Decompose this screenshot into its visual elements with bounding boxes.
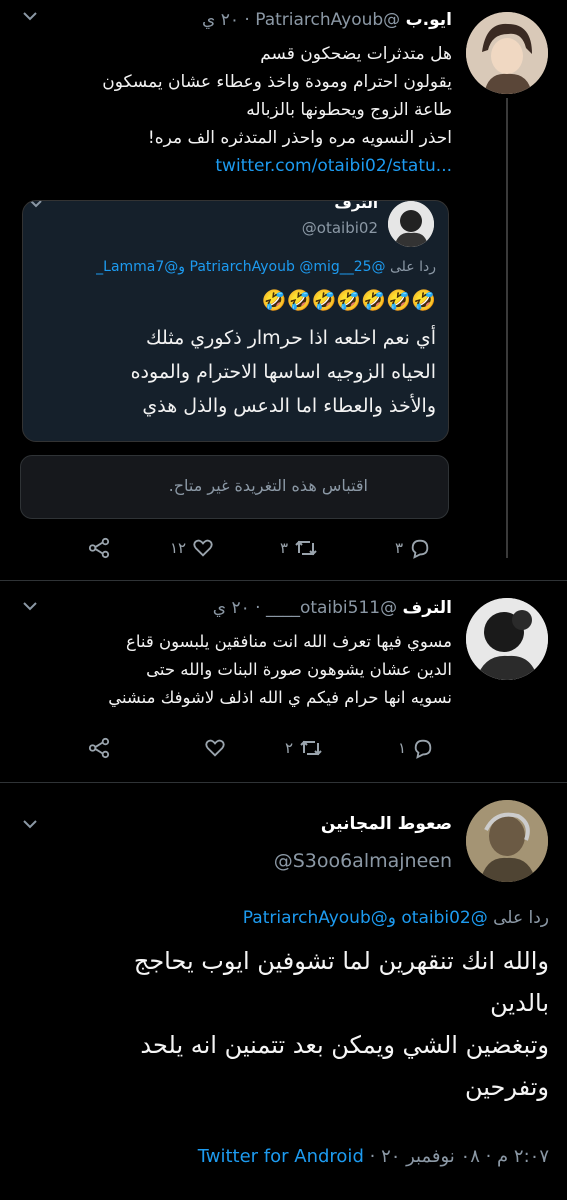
avatar[interactable] (388, 201, 434, 247)
tweet-line: يقولون احترام ومودة واخذ وعطاء عشان يمسك… (102, 72, 452, 92)
author-name[interactable]: ايو.ب (406, 10, 452, 30)
reply-mentions[interactable]: @otaibi02 و@PatriarchAyoub (243, 908, 488, 928)
tweet-line: الحياه الزوجيه اساسها الاحترام والموده (130, 361, 436, 383)
tweet-line: وتبغضين الشي ويمكن بعد تتمنين انه يلحد (140, 1031, 549, 1059)
tweet-line: وتفرحين (465, 1073, 549, 1101)
share-button[interactable] (88, 534, 110, 562)
avatar[interactable] (466, 598, 548, 680)
tweet-source[interactable]: Twitter for Android (198, 1146, 364, 1167)
like-button[interactable] (198, 734, 226, 762)
avatar[interactable] (466, 800, 548, 882)
quoted-author-handle[interactable]: @otaibi02 (302, 219, 378, 237)
tweet-time[interactable]: ٢٠ ي (202, 10, 239, 30)
reply-icon (411, 539, 429, 559)
tweet-line: والله انك تنقهرين لما تشوفين ايوب يحاجج (133, 947, 549, 975)
tweet-meta: ٢:٠٧ م · ٠٨ نوفمبر ٢٠ · Twitter for Andr… (197, 1146, 549, 1167)
quoted-body: أي نعم اخلعه اذا حرmار ذكوري مثلك الحياه… (36, 321, 436, 423)
tweet-body: والله انك تنقهرين لما تشوفين ايوب يحاجج … (19, 940, 549, 1108)
like-button[interactable]: ١٢ (170, 534, 214, 562)
retweet-count: ٢ (285, 739, 294, 757)
divider (0, 782, 567, 783)
tweet-line: الدين عشان يشوهون صورة البنات والله حتى (146, 660, 452, 679)
tweet-actions: ٢ ١ (80, 734, 460, 762)
retweet-icon (300, 740, 322, 756)
chevron-down-icon[interactable] (29, 201, 43, 209)
reply-button[interactable]: ١ (398, 734, 434, 762)
chevron-down-icon[interactable] (22, 600, 38, 612)
author-name[interactable]: صعوط المجانين (152, 814, 452, 834)
reply-mentions[interactable]: @PatriarchAyoub @mig__25 و@Lamma7_ (96, 259, 385, 275)
retweet-button[interactable]: ٢ (285, 734, 323, 762)
retweet-icon (295, 540, 317, 556)
tweet-line: مسوي فيها تعرف الله انت منافقين يلبسون ق… (125, 632, 452, 651)
tweet-header: الترف @otaibi511____ · ٢٠ ي (212, 598, 452, 618)
tweet-line: والأخذ والعطاء اما الدعس والذل هذي (142, 395, 436, 417)
thread-line (506, 98, 508, 558)
tweet-body: هل متدثرات يضحكون قسم يقولون احترام ومود… (12, 40, 452, 180)
heart-icon (205, 739, 225, 757)
emoji-row: 🤣🤣🤣🤣🤣🤣🤣 (261, 288, 436, 312)
retweet-button[interactable]: ٣ (280, 534, 318, 562)
author-name[interactable]: الترف (403, 598, 452, 618)
quoted-author-name[interactable]: الترف (334, 201, 378, 212)
tweet-time[interactable]: ٢٠ ي (213, 598, 250, 618)
chevron-down-icon[interactable] (22, 818, 38, 830)
tweet-line: نسويه انها حرام فيكم ي الله اذلف لاشوفك … (108, 688, 452, 707)
tweet-line: أي نعم اخلعه اذا حرmار ذكوري مثلك (146, 327, 436, 349)
divider (0, 580, 567, 581)
unavailable-quote-box: اقتباس هذه التغريدة غير متاح. (20, 455, 449, 519)
reply-button[interactable]: ٣ (395, 534, 431, 562)
tweet-line: هل متدثرات يضحكون قسم (260, 44, 452, 64)
tweet-actions: ١٢ ٣ ٣ (80, 534, 460, 562)
tweet-line: احذر النسويه مره واحذر المتدثره الف مره! (147, 128, 452, 148)
tweet-link[interactable]: twitter.com/otaibi02/statu... (12, 152, 452, 180)
author-handle[interactable]: @otaibi511____ (266, 598, 397, 618)
tweet-header: ايو.ب @PatriarchAyoub · ٢٠ ي (202, 10, 452, 30)
reply-count: ١ (398, 739, 407, 757)
share-button[interactable] (88, 734, 110, 762)
reply-count: ٣ (395, 539, 404, 557)
reply-prefix: ردا على (390, 259, 436, 275)
reply-prefix: ردا على (493, 908, 549, 928)
quoted-tweet[interactable]: الترف @otaibi02 ردا على @PatriarchAyoub … (22, 200, 449, 442)
avatar[interactable] (466, 12, 548, 94)
author-handle[interactable]: @PatriarchAyoub (255, 10, 400, 30)
tweet-line: بالدين (490, 989, 549, 1017)
tweet-line: طاعة الزوج ويحطونها بالزباله (246, 100, 452, 120)
retweet-count: ٣ (280, 539, 289, 557)
unavailable-text: اقتباس هذه التغريدة غير متاح. (168, 476, 368, 495)
tweet-timestamp[interactable]: ٢:٠٧ م · ٠٨ نوفمبر ٢٠ (381, 1146, 549, 1167)
reply-icon (414, 739, 432, 759)
tweet-body: مسوي فيها تعرف الله انت منافقين يلبسون ق… (12, 628, 452, 712)
heart-icon (193, 539, 213, 557)
author-handle[interactable]: @S3oo6almajneen (274, 850, 452, 872)
like-count: ١٢ (170, 539, 187, 557)
chevron-down-icon[interactable] (22, 10, 38, 22)
